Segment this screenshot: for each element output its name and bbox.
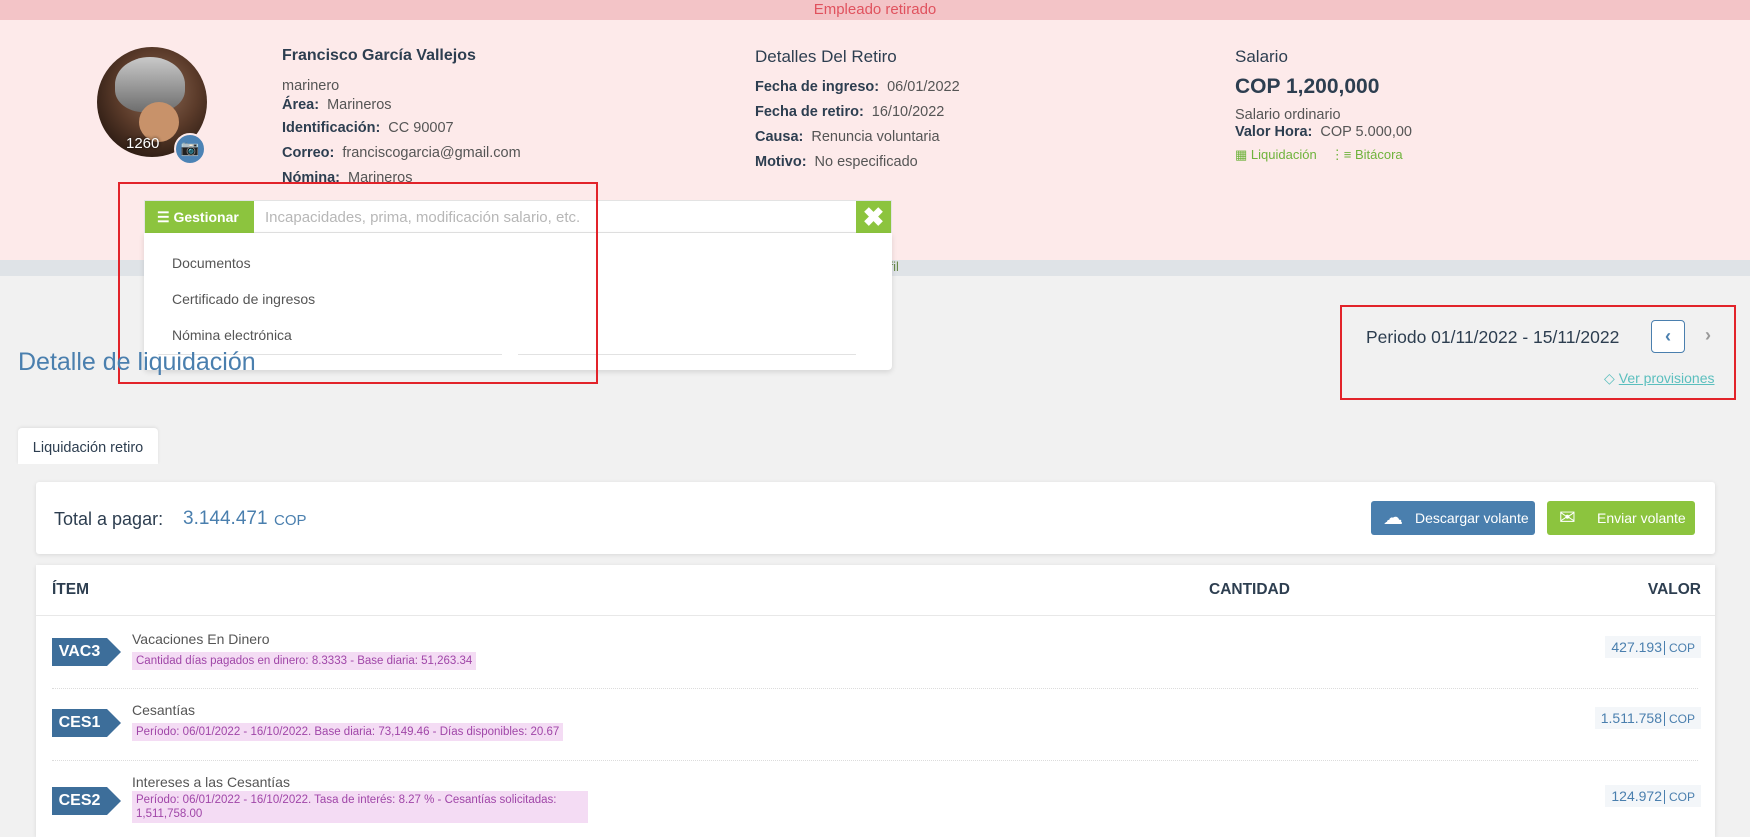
cloud-download-icon: ☁ xyxy=(1383,507,1403,529)
retiro-title: Detalles Del Retiro xyxy=(755,47,897,66)
header-divider xyxy=(36,615,1715,616)
descargar-volante-button[interactable]: ☁ Descargar volante xyxy=(1371,501,1535,535)
enviar-volante-button[interactable]: ✉ Enviar volante xyxy=(1547,501,1695,535)
liquidation-table: ÍTEM CANTIDAD VALOR VAC3 Vacaciones En D… xyxy=(36,565,1715,837)
page-title: Detalle de liquidación xyxy=(18,348,256,376)
tab-liquidacion-retiro[interactable]: Liquidación retiro xyxy=(18,428,158,464)
causa-label: Causa: xyxy=(755,129,804,145)
highlight-box-periodo xyxy=(1340,305,1736,400)
total-value: 3.144.471 xyxy=(183,508,268,529)
item-value: 427.193 COP xyxy=(1605,636,1701,658)
item-detail: Cantidad días pagados en dinero: 8.3333 … xyxy=(132,652,477,670)
camera-icon[interactable]: 📷 xyxy=(174,133,206,165)
item-name: Intereses a las Cesantías xyxy=(132,774,290,790)
row-divider xyxy=(52,688,1698,689)
hora-label: Valor Hora: xyxy=(1235,124,1313,140)
employee-role: marinero xyxy=(282,78,340,94)
item-code: CES2 xyxy=(52,787,121,815)
avatar-count: 1260 xyxy=(126,135,160,152)
email-label: Correo: xyxy=(282,145,335,161)
area-value: Marineros xyxy=(327,97,392,113)
item-code: CES1 xyxy=(52,709,121,737)
salary-block: Salario COP 1,200,000 Salario ordinario … xyxy=(1235,47,1412,163)
list-icon: ⋮≡ xyxy=(1330,147,1352,162)
item-value: 124.972 COP xyxy=(1605,785,1701,807)
liquidacion-link[interactable]: ▦ Liquidación xyxy=(1235,147,1317,162)
ingreso-label: Fecha de ingreso: xyxy=(755,79,880,95)
bitacora-link[interactable]: ⋮≡ Bitácora xyxy=(1331,147,1403,162)
hora-value: COP 5.000,00 xyxy=(1320,124,1412,140)
calculator-icon: ▦ xyxy=(1235,147,1248,162)
salary-value: COP 1,200,000 xyxy=(1235,75,1380,98)
retiro-value: 16/10/2022 xyxy=(871,104,945,120)
total-currency: COP xyxy=(274,512,307,529)
salary-type: Salario ordinario xyxy=(1235,107,1341,123)
id-label: Identificación: xyxy=(282,120,381,136)
area-label: Área: xyxy=(282,97,320,113)
header-cantidad: CANTIDAD xyxy=(1209,581,1290,598)
employee-info: marinero Área: Marineros Identificación: C… xyxy=(282,78,521,191)
header-valor: VALOR xyxy=(1647,581,1701,598)
causa-value: Renuncia voluntaria xyxy=(811,129,940,145)
employee-name: Francisco García Vallejos xyxy=(282,47,476,64)
retiro-label: Fecha de retiro: xyxy=(755,104,864,120)
motivo-value: No especificado xyxy=(814,154,918,170)
salary-title: Salario xyxy=(1235,47,1288,66)
close-icon[interactable]: ✖ xyxy=(856,201,891,234)
motivo-label: Motivo: xyxy=(755,154,807,170)
total-card: Total a pagar: 3.144.471 COP ☁ Descargar … xyxy=(36,482,1715,554)
email-value: franciscogarcia@gmail.com xyxy=(342,145,521,161)
item-value: 1.511.758 COP xyxy=(1594,707,1701,729)
retired-banner: Empleado retirado xyxy=(0,0,1750,20)
total-label: Total a pagar: xyxy=(54,509,164,529)
ingreso-value: 06/01/2022 xyxy=(887,79,960,95)
retiro-details: Detalles Del Retiro Fecha de ingreso: 06/… xyxy=(755,47,960,175)
item-detail: Período: 06/01/2022 - 16/10/2022. Tasa d… xyxy=(132,791,588,823)
item-code: VAC3 xyxy=(52,638,121,666)
item-name: Vacaciones En Dinero xyxy=(132,631,270,647)
envelope-icon: ✉ xyxy=(1559,507,1576,529)
item-name: Cesantías xyxy=(132,702,196,718)
row-divider xyxy=(52,760,1698,761)
header-item: ÍTEM xyxy=(52,581,90,598)
id-value: CC 90007 xyxy=(388,120,454,136)
item-detail: Período: 06/01/2022 - 16/10/2022. Base d… xyxy=(132,723,564,741)
